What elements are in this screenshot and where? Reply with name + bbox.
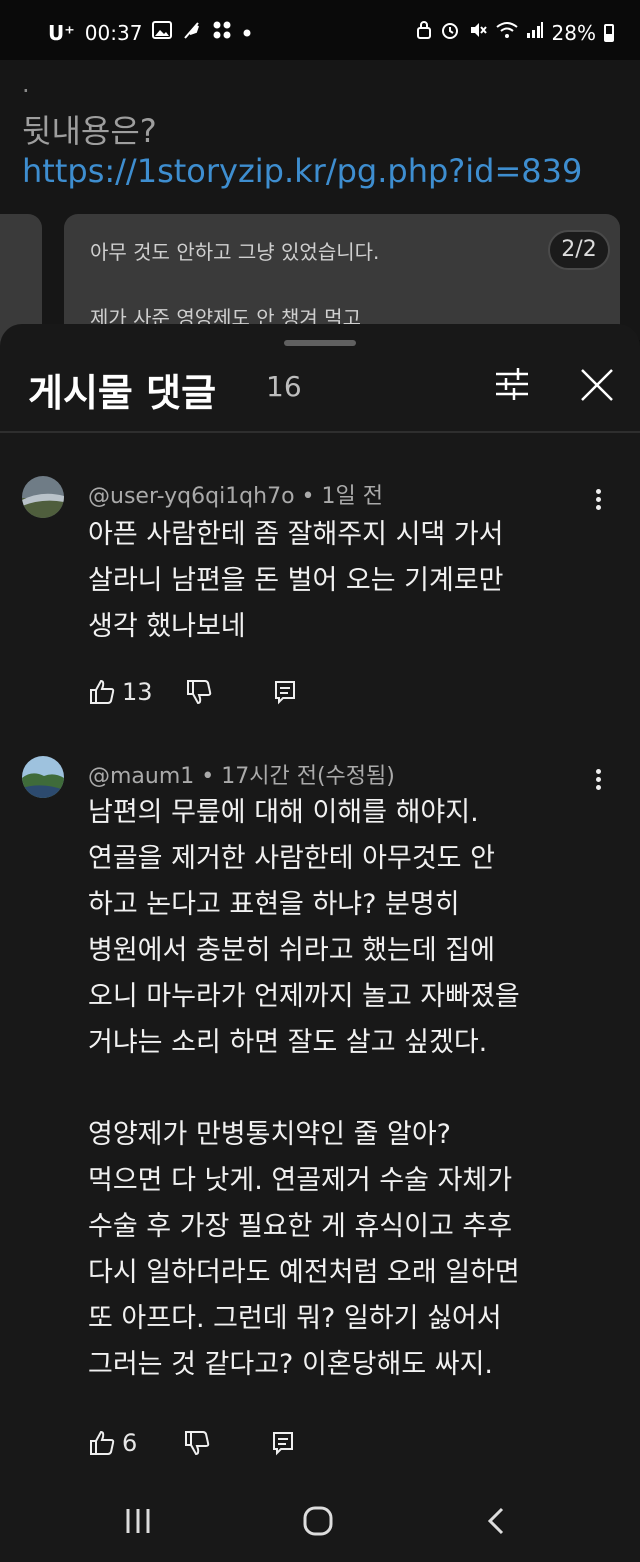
sort-filter-button[interactable]	[488, 360, 536, 408]
comment-time: 1일 전	[321, 484, 384, 509]
comment-time: 17시간 전(수정됨)	[221, 764, 395, 789]
avatar[interactable]	[22, 476, 64, 518]
sheet-header: 게시물 댓글 16	[0, 354, 640, 430]
comment-text: 아픈 사람한테 좀 잘해주지 시댁 가서 살라니 남편을 돈 벌어 오는 기계로…	[88, 519, 504, 642]
like-button[interactable]: 13	[88, 678, 153, 706]
carrier-label: U⁺	[48, 20, 75, 45]
like-count: 13	[122, 678, 153, 706]
sheet-title: 게시물 댓글	[28, 371, 217, 415]
post-link[interactable]: https://1storyzip.kr/pg.php?id=839	[22, 152, 582, 190]
like-button[interactable]: 6	[88, 1429, 137, 1457]
thumbs-up-icon	[90, 1430, 115, 1455]
comment-text: 남편의 무릎에 대해 이해를 해야지. 연골을 제거한 사람한테 아무것도 안 …	[88, 797, 520, 1380]
meta-separator: •	[294, 484, 322, 509]
recent-apps-button[interactable]	[108, 1498, 168, 1544]
comment-actions: 6	[88, 1426, 297, 1460]
signal-icon	[526, 21, 544, 44]
battery-percent: 28%	[551, 20, 596, 45]
comment-author[interactable]: @user-yq6qi1qh7o	[88, 484, 295, 509]
meta-separator: •	[194, 764, 222, 789]
avatar[interactable]	[22, 756, 64, 798]
comment-meta: @user-yq6qi1qh7o • 1일 전	[88, 478, 383, 510]
reply-icon	[274, 681, 295, 705]
back-button[interactable]	[466, 1498, 526, 1544]
comment-author[interactable]: @maum1	[88, 764, 194, 789]
post-question: 뒷내용은?	[22, 112, 157, 150]
comments-sheet: 게시물 댓글 16 @user-yq6qi1qh7o • 1일 전 아픈 사람한…	[0, 324, 640, 1562]
page-indicator: 2/2	[548, 230, 610, 270]
comment-actions: 13	[88, 675, 299, 709]
dot-icon	[242, 23, 252, 43]
dislike-button[interactable]	[183, 1429, 211, 1457]
mute-icon	[468, 20, 488, 45]
apps-icon	[212, 20, 232, 45]
status-bar: U⁺ 00:37 28%	[0, 0, 640, 60]
close-icon	[581, 369, 613, 401]
thumbs-up-icon	[90, 679, 115, 704]
clock: 00:37	[84, 20, 143, 45]
home-button[interactable]	[288, 1498, 348, 1544]
system-nav-bar	[0, 1480, 640, 1562]
home-icon	[303, 1506, 333, 1536]
comment-count: 16	[266, 370, 302, 403]
drag-handle[interactable]	[284, 340, 356, 346]
comment-meta: @maum1 • 17시간 전(수정됨)	[88, 758, 395, 790]
feather-icon	[182, 20, 202, 45]
reply-icon	[273, 1432, 294, 1456]
comment-item: @user-yq6qi1qh7o • 1일 전 아픈 사람한테 좀 잘해주지 시…	[0, 472, 640, 712]
card-text-line: 아무 것도 안하고 그냥 있었습니다.	[90, 240, 380, 264]
comment-item: @maum1 • 17시간 전(수정됨) 남편의 무릎에 대해 이해를 해야지.…	[0, 754, 640, 1474]
thumbs-down-icon	[185, 1431, 210, 1456]
alarm-icon	[440, 20, 460, 45]
reply-button[interactable]	[269, 1429, 297, 1457]
header-divider	[0, 431, 640, 433]
recent-apps-icon	[126, 1509, 150, 1533]
dislike-button[interactable]	[185, 678, 213, 706]
reply-button[interactable]	[271, 678, 299, 706]
back-icon	[487, 1507, 504, 1535]
lock-icon	[416, 20, 432, 45]
gallery-icon	[152, 21, 173, 44]
wifi-icon	[495, 21, 518, 44]
like-count: 6	[122, 1429, 138, 1457]
thumbs-down-icon	[186, 680, 211, 705]
close-button[interactable]	[572, 360, 622, 410]
post-dot: .	[22, 70, 30, 98]
battery-icon	[604, 23, 614, 42]
sliders-icon	[496, 368, 528, 400]
